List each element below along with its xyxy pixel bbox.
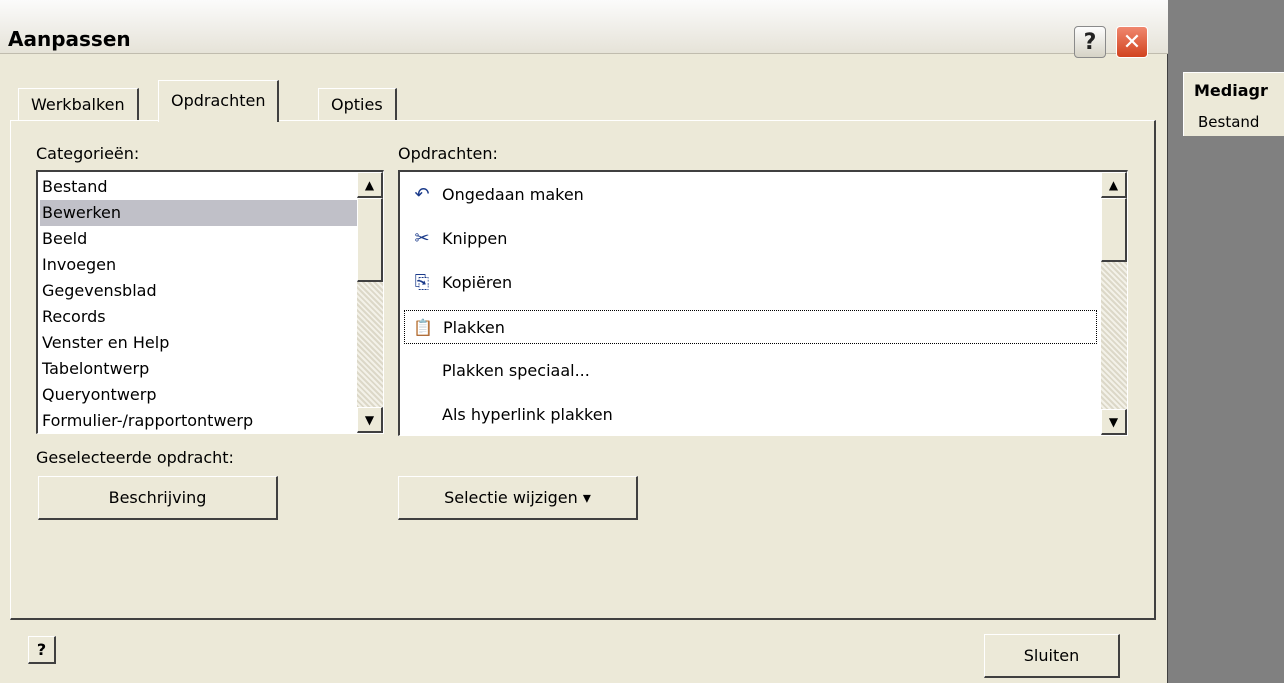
command-label: Ongedaan maken (442, 185, 584, 204)
tab-werkbalken-label: Werkbalken (31, 95, 125, 114)
category-item[interactable]: Invoegen (40, 252, 357, 278)
command-label: Als hyperlink plakken (442, 405, 613, 424)
arrow-down-icon: ▼ (1108, 414, 1119, 429)
close-button-label: Sluiten (1023, 646, 1080, 665)
scroll-up-button[interactable]: ▲ (1101, 172, 1127, 198)
tab-opdrachten-label: Opdrachten (171, 91, 266, 110)
help-icon: ? (36, 640, 47, 659)
titlebar-close-button[interactable]: ✕ (1116, 26, 1148, 58)
dialog-titlebar[interactable]: Aanpassen ? ✕ (0, 0, 1168, 58)
scroll-down-button[interactable]: ▼ (357, 407, 383, 433)
category-item[interactable]: Tabelontwerp (40, 356, 357, 382)
scroll-thumb[interactable] (1101, 198, 1127, 262)
category-item[interactable]: Queryontwerp (40, 382, 357, 408)
background-panel-title: Mediagr (1194, 81, 1268, 100)
description-button[interactable]: Beschrijving (38, 476, 278, 520)
commands-label: Opdrachten: (398, 144, 498, 163)
help-button[interactable]: ? (28, 636, 56, 664)
commands-scrollbar[interactable]: ▲ ▼ (1101, 172, 1127, 435)
category-item[interactable]: Bestand (40, 174, 357, 200)
command-item-paste-hyperlink[interactable]: Als hyperlink plakken (404, 398, 1097, 432)
category-item-selected[interactable]: Bewerken (40, 200, 357, 226)
close-button[interactable]: Sluiten (984, 634, 1120, 678)
arrow-down-icon: ▼ (364, 412, 375, 427)
command-label: Kopiëren (442, 273, 513, 292)
categories-listbox[interactable]: Bestand Bewerken Beeld Invoegen Gegevens… (36, 170, 384, 434)
selected-command-label: Geselecteerde opdracht: (36, 448, 234, 467)
close-icon: ✕ (1122, 29, 1142, 55)
customize-dialog: Aanpassen ? ✕ Werkbalken Opdrachten Opti… (0, 0, 1168, 683)
background-toolbar-panel: Mediagr Bestand (1183, 72, 1284, 136)
scissors-icon: ✂ (414, 228, 430, 249)
category-item[interactable]: Gegevensblad (40, 278, 357, 304)
command-item-undo[interactable]: ↶ Ongedaan maken (404, 178, 1097, 212)
tab-werkbalken[interactable]: Werkbalken (18, 88, 139, 120)
command-item-cut[interactable]: ✂ Knippen (404, 222, 1097, 256)
command-item-paste-special[interactable]: Plakken speciaal... (404, 354, 1097, 388)
tab-opdrachten[interactable]: Opdrachten (158, 80, 280, 122)
command-label: Plakken speciaal... (442, 361, 590, 380)
scroll-thumb[interactable] (357, 198, 383, 282)
categories-scrollbar[interactable]: ▲ ▼ (357, 172, 383, 433)
paste-icon: 📋 (413, 318, 433, 337)
category-item[interactable]: Venster en Help (40, 330, 357, 356)
category-item[interactable]: Formulier-/rapportontwerp (40, 408, 357, 433)
categories-label: Categorieën: (36, 144, 140, 163)
description-button-label: Beschrijving (108, 488, 207, 507)
category-item[interactable]: Records (40, 304, 357, 330)
dialog-title: Aanpassen (8, 27, 131, 51)
modify-selection-button[interactable]: Selectie wijzigen ▾ (398, 476, 638, 520)
category-item[interactable]: Beeld (40, 226, 357, 252)
copy-icon: ⎘ (414, 272, 430, 293)
command-label: Plakken (443, 318, 505, 337)
tab-opties[interactable]: Opties (318, 88, 397, 120)
scroll-up-button[interactable]: ▲ (357, 172, 383, 198)
command-item-copy[interactable]: ⎘ Kopiëren (404, 266, 1097, 300)
command-label: Knippen (442, 229, 508, 248)
commands-listbox[interactable]: ↶ Ongedaan maken ✂ Knippen ⎘ Kopiëren 📋 … (398, 170, 1128, 436)
command-item-paste[interactable]: 📋 Plakken (404, 310, 1097, 344)
background-menu-bestand[interactable]: Bestand (1198, 113, 1259, 131)
scroll-down-button[interactable]: ▼ (1101, 409, 1127, 435)
arrow-up-icon: ▲ (364, 177, 375, 192)
arrow-up-icon: ▲ (1108, 177, 1119, 192)
undo-icon: ↶ (414, 184, 430, 205)
tab-opties-label: Opties (331, 95, 383, 114)
modify-selection-label: Selectie wijzigen ▾ (444, 488, 591, 507)
help-icon: ? (1083, 29, 1097, 55)
titlebar-help-button[interactable]: ? (1074, 26, 1106, 58)
